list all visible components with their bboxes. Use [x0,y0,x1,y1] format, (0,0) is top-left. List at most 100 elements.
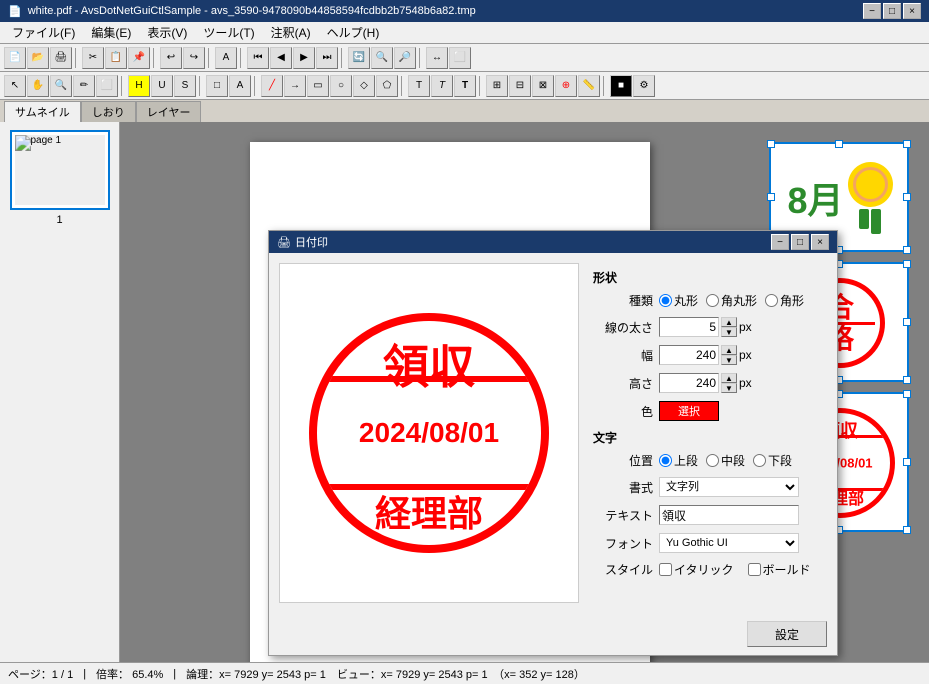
radio-rect-input[interactable] [765,294,778,307]
radio-rounded-rect[interactable]: 角丸形 [706,292,757,309]
font-select[interactable]: Yu Gothic UI [659,533,799,553]
color-button[interactable]: 選択 [659,401,719,421]
tab-thumbnails[interactable]: サムネイル [4,101,81,122]
menu-tools[interactable]: ツール(T) [195,22,262,43]
handle-tr-2[interactable] [903,260,911,268]
radio-top-input[interactable] [659,454,672,467]
bold-checkbox[interactable] [748,563,761,576]
radio-mid[interactable]: 中段 [706,452,745,469]
menu-help[interactable]: ヘルプ(H) [319,22,388,43]
tab-layers[interactable]: レイヤー [136,101,202,122]
handle-tr-3[interactable] [903,390,911,398]
copy-btn[interactable]: 📋 [105,47,127,69]
handle-br-3[interactable] [903,526,911,534]
handle-ml-1[interactable] [767,193,775,201]
prev-btn[interactable]: ◀ [270,47,292,69]
open-btn[interactable]: 📂 [27,47,49,69]
cut-btn[interactable]: ✂ [82,47,104,69]
handle-br-1[interactable] [903,246,911,254]
first-btn[interactable]: ⏮ [247,47,269,69]
radio-rect[interactable]: 角形 [765,292,804,309]
hand-btn[interactable]: ✋ [27,75,49,97]
menu-view[interactable]: 表示(V) [139,22,195,43]
line-width-up[interactable]: ▲ [721,317,737,327]
line-width-down[interactable]: ▼ [721,327,737,337]
height-down[interactable]: ▼ [721,383,737,393]
maximize-button[interactable]: □ [883,3,901,19]
last-btn[interactable]: ⏭ [316,47,338,69]
redo-btn[interactable]: ↪ [183,47,205,69]
menu-file[interactable]: ファイル(F) [4,22,83,43]
handle-mr-3[interactable] [903,458,911,466]
dialog-maximize-btn[interactable]: □ [791,234,809,250]
handle-tl-1[interactable] [767,140,775,148]
eraser-btn[interactable]: ⬜ [96,75,118,97]
zoom-out-btn[interactable]: 🔎 [394,47,416,69]
undo-btn[interactable]: ↩ [160,47,182,69]
ruler-btn[interactable]: 📏 [578,75,600,97]
radio-bot[interactable]: 下段 [753,452,792,469]
page-thumbnail[interactable] [10,130,110,210]
color-btn[interactable]: ■ [610,75,632,97]
line-width-input[interactable] [659,317,719,337]
table2-btn[interactable]: ⊟ [509,75,531,97]
stamp-btn[interactable]: ⊕ [555,75,577,97]
fit-page-btn[interactable]: ⬜ [449,47,471,69]
italic-checkbox-label[interactable]: イタリック [659,561,734,578]
dialog-close-btn[interactable]: × [811,234,829,250]
style-select[interactable]: 文字列 [659,477,799,497]
text-btn[interactable]: A [215,47,237,69]
pencil-btn[interactable]: ✏ [73,75,95,97]
radio-rounded-rect-input[interactable] [706,294,719,307]
underline-btn[interactable]: U [151,75,173,97]
height-input[interactable] [659,373,719,393]
radio-round-input[interactable] [659,294,672,307]
bold-checkbox-label[interactable]: ボールド [748,561,811,578]
width-down[interactable]: ▼ [721,355,737,365]
close-button[interactable]: × [903,3,921,19]
radio-round[interactable]: 丸形 [659,292,698,309]
strikeout-btn[interactable]: S [174,75,196,97]
new-btn[interactable]: 📄 [4,47,26,69]
highlight-btn[interactable]: H [128,75,150,97]
print-btn[interactable]: 🖨 [50,47,72,69]
minimize-button[interactable]: − [863,3,881,19]
ok-button[interactable]: 設定 [747,621,827,647]
dialog-minimize-btn[interactable]: − [771,234,789,250]
italic-checkbox[interactable] [659,563,672,576]
radio-bot-input[interactable] [753,454,766,467]
handle-mr-1[interactable] [903,193,911,201]
fit-width-btn[interactable]: ↔ [426,47,448,69]
textbox-btn[interactable]: A [229,75,251,97]
circle-btn[interactable]: ○ [330,75,352,97]
rect2-btn[interactable]: ▭ [307,75,329,97]
radio-top[interactable]: 上段 [659,452,698,469]
textfield-btn[interactable]: T [408,75,430,97]
select-btn[interactable]: ↖ [4,75,26,97]
width-up[interactable]: ▲ [721,345,737,355]
line-btn[interactable]: ╱ [261,75,283,97]
menu-edit[interactable]: 編集(E) [83,22,139,43]
next-btn[interactable]: ▶ [293,47,315,69]
table-btn[interactable]: ⊞ [486,75,508,97]
table3-btn[interactable]: ⊠ [532,75,554,97]
handle-tm-1[interactable] [835,140,843,148]
arrow-btn[interactable]: → [284,75,306,97]
handle-tr-1[interactable] [903,140,911,148]
textfield2-btn[interactable]: T [431,75,453,97]
polygon-btn[interactable]: ⬠ [376,75,398,97]
zoom-in-btn[interactable]: 🔍 [371,47,393,69]
rect-btn[interactable]: □ [206,75,228,97]
radio-mid-input[interactable] [706,454,719,467]
diamond-btn[interactable]: ◇ [353,75,375,97]
height-up[interactable]: ▲ [721,373,737,383]
width-input[interactable] [659,345,719,365]
textfield3-btn[interactable]: T [454,75,476,97]
paste-btn[interactable]: 📌 [128,47,150,69]
menu-annotation[interactable]: 注釈(A) [263,22,319,43]
text-input[interactable] [659,505,799,525]
props-btn[interactable]: ⚙ [633,75,655,97]
magnify-btn[interactable]: 🔍 [50,75,72,97]
tab-bookmarks[interactable]: しおり [81,101,136,122]
zoom-fit-btn[interactable]: 🔄 [348,47,370,69]
